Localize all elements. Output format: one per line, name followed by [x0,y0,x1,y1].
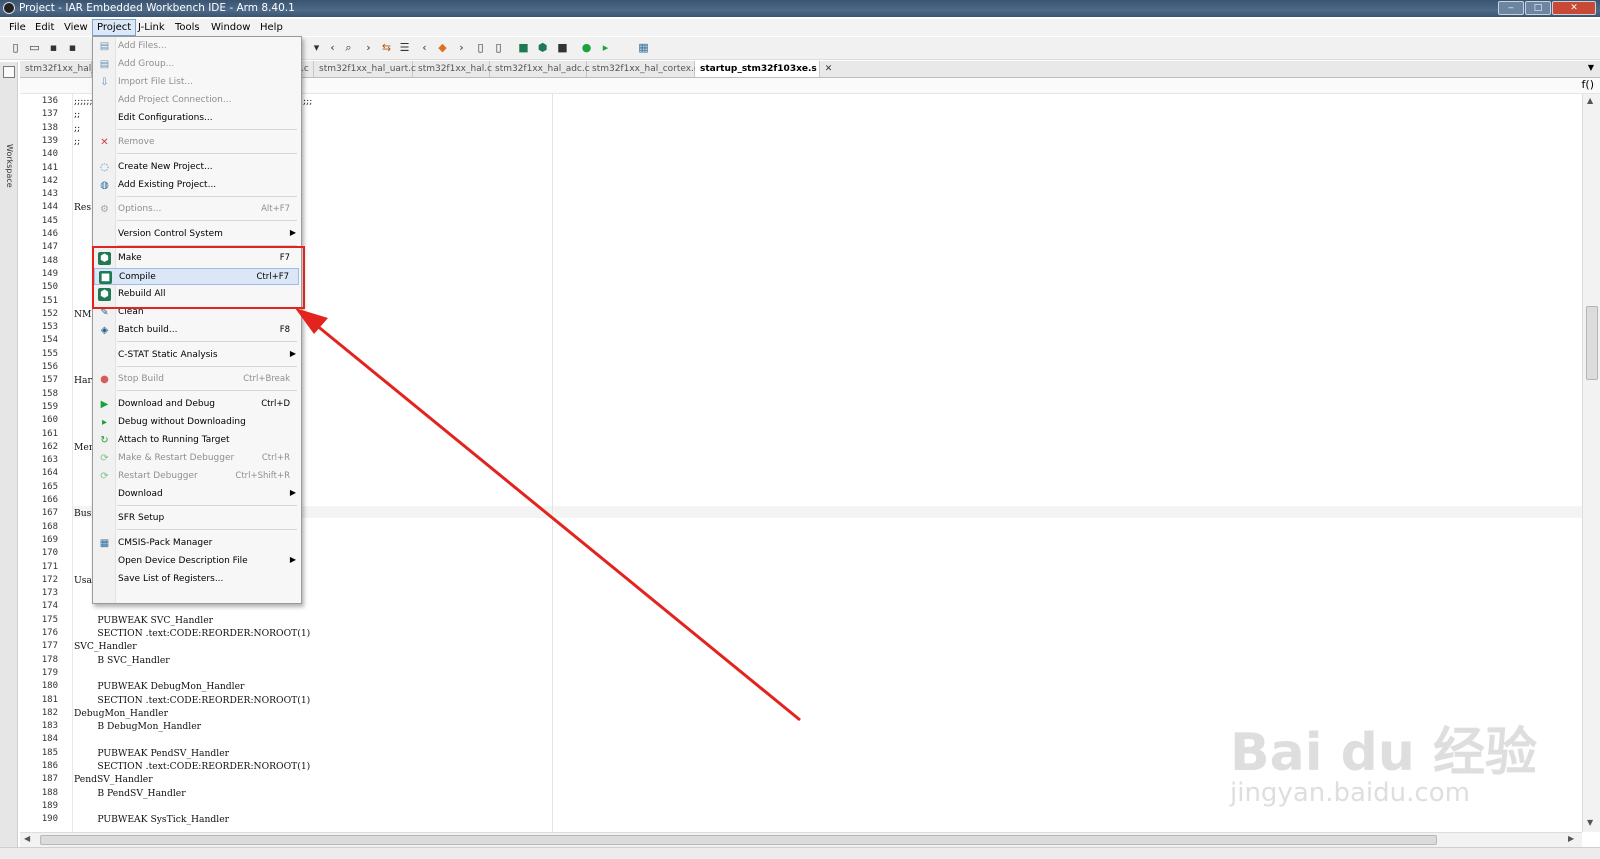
watermark: Bai du 经验 jingyan.baidu.com [1230,700,1537,820]
watermark-url: jingyan.baidu.com [1230,778,1470,808]
watermark-brand: Bai du 经验 [1230,723,1537,783]
